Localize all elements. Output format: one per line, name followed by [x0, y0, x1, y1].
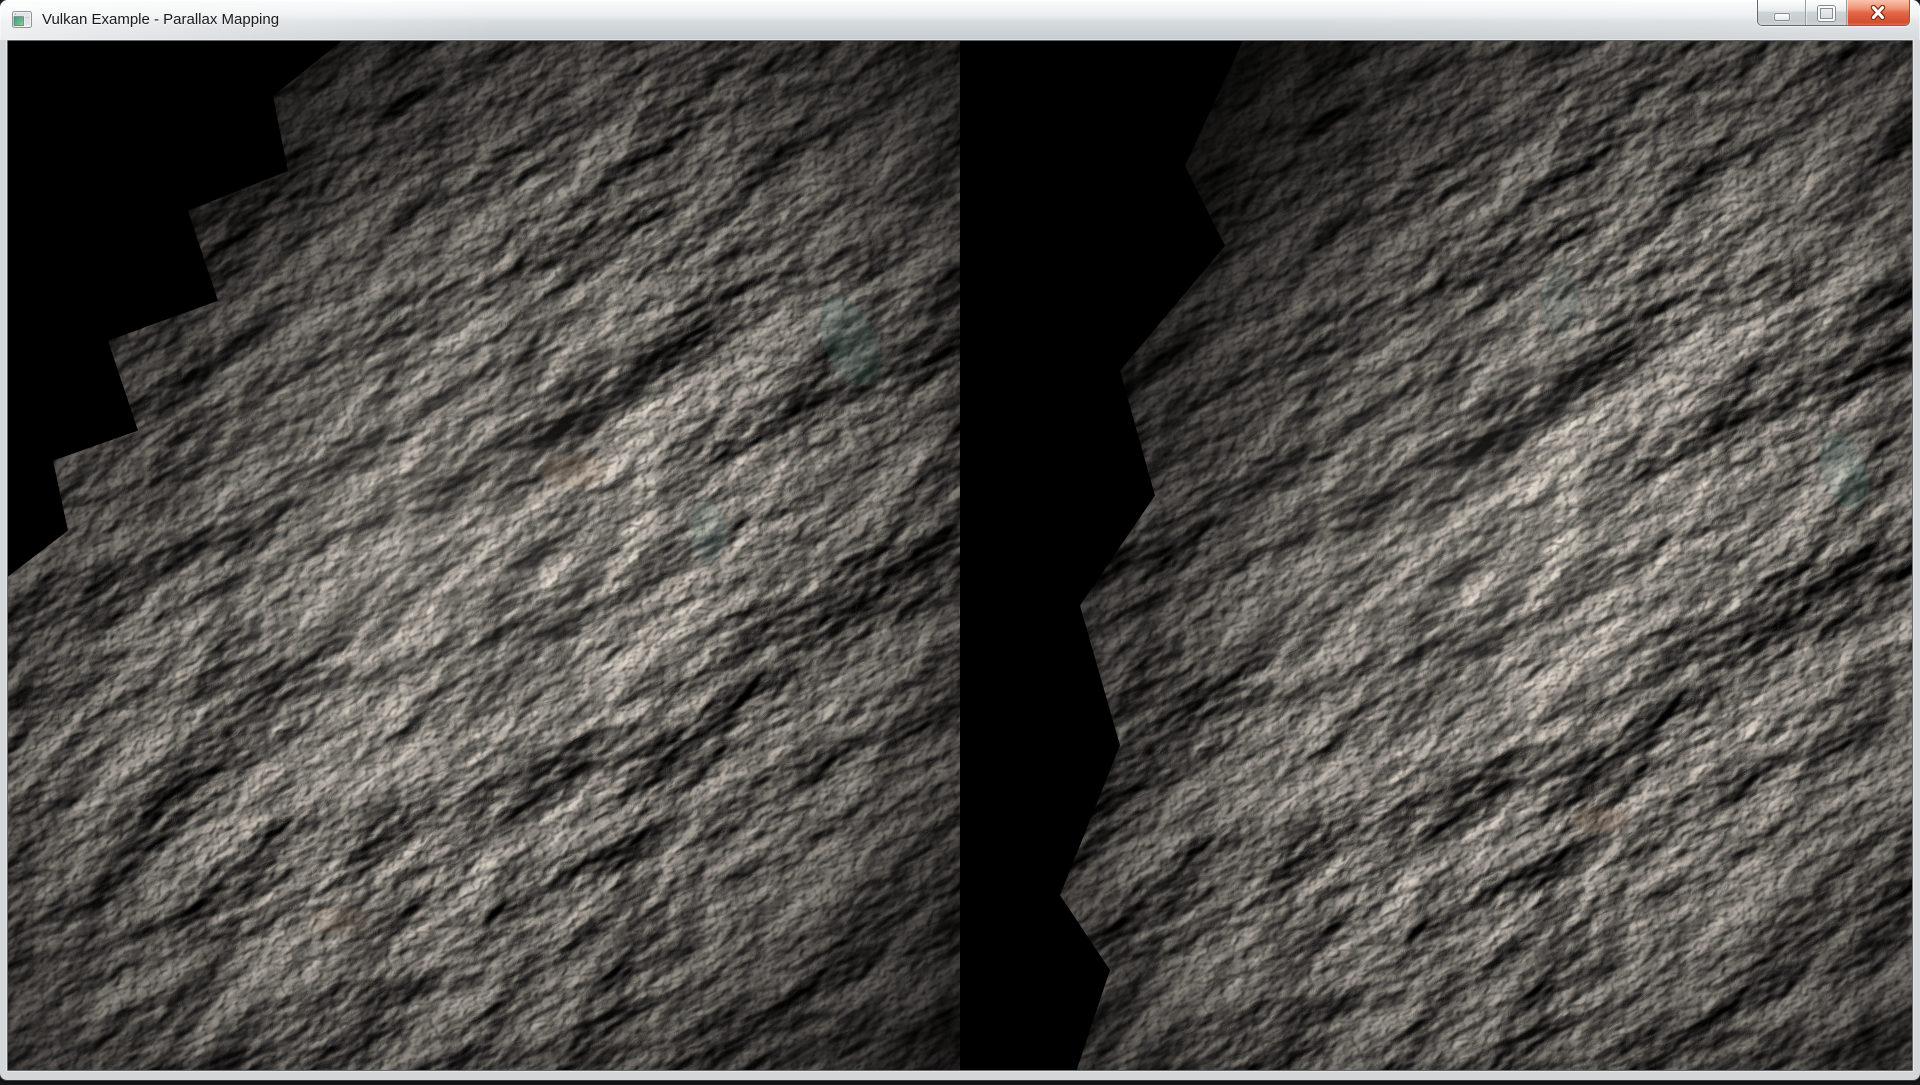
render-area	[7, 40, 1913, 1071]
caption-button-group	[1757, 0, 1910, 26]
close-button[interactable]	[1846, 0, 1909, 25]
minimize-button[interactable]	[1758, 0, 1805, 25]
maximize-icon	[1818, 6, 1835, 21]
app-window: Vulkan Example - Parallax Mapping	[0, 0, 1920, 1080]
render-pane-right[interactable]	[960, 41, 1912, 1070]
app-icon[interactable]	[12, 11, 32, 28]
close-icon	[1869, 5, 1887, 20]
window-title: Vulkan Example - Parallax Mapping	[42, 11, 279, 29]
maximize-button[interactable]	[1805, 0, 1846, 25]
minimize-icon	[1774, 13, 1790, 21]
titlebar[interactable]: Vulkan Example - Parallax Mapping	[0, 0, 1920, 40]
render-pane-left[interactable]	[8, 41, 960, 1070]
